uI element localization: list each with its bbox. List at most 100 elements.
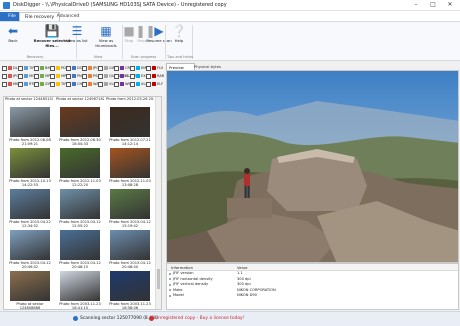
filter-label: ELF [157,82,164,86]
filter-checkbox[interactable] [82,73,87,79]
preview-tabs: Preview Physical bytes [166,62,460,71]
thumb-caption: Photo at sector 1244851516 [5,97,53,101]
filter-checkbox[interactable] [50,73,55,79]
filter-jpg[interactable]: JPG [2,73,19,80]
file-type-icon [40,66,44,70]
filter-checkbox[interactable] [146,81,151,87]
file-type-icon [24,74,28,78]
thumbnail-image [110,189,150,219]
filter-checkbox[interactable] [130,65,135,71]
landscape-photo [167,71,458,262]
filter-checkbox[interactable] [146,73,151,79]
minimize-icon[interactable]: – [408,0,424,10]
list-view-icon: ☰ [71,24,83,38]
thumbnail-scrollbar[interactable] [155,97,161,309]
filter-tif[interactable]: TIF [18,65,34,72]
thumbnail-item[interactable]: Photo from 2012.07.21 14:12:14 [106,107,154,153]
filter-checkbox[interactable] [114,65,119,71]
info-row: JFIF horizontal density 300 dpi [167,277,458,282]
thumbnail-image [60,189,100,219]
thumbnail-item[interactable]: Photo from 2015.04.12 12:55:22 [56,189,104,235]
maximize-icon[interactable]: □ [425,0,441,10]
scrollbar-thumb[interactable] [156,269,160,289]
ribbon-tabs: File File recovery Advanced [0,11,460,22]
file-type-icon [72,74,76,78]
filter-checkbox[interactable] [130,73,135,79]
file-type-icon [40,74,44,78]
thumbnail-item[interactable]: Photo from 2015.04.12 20:46:40 [106,230,154,276]
group-scan-progress: Scan progress [130,55,157,59]
thumbnail-item[interactable]: Photo from 2015.04.12 20:49:42 [6,230,54,276]
filter-checkbox[interactable] [2,65,7,71]
filter-checkbox[interactable] [34,73,39,79]
thumbnail-image [60,107,100,137]
thumbnail-caption: Photo from 2012.07.21 14:12:14 [109,138,151,147]
thumbnail-item[interactable]: Photo from 2015.04.12 15:19:42 [106,189,154,235]
title-bar: DiskDigger - \\.\PhysicalDrive0 (SAMSUNG… [0,0,460,11]
back-arrow-icon: ⬅ [7,24,19,38]
tab-advanced[interactable]: Advanced [53,12,83,21]
tab-physical-bytes[interactable]: Physical bytes [192,63,231,70]
help-button[interactable]: ❔ Help [166,25,192,52]
filter-checkbox[interactable] [2,73,7,79]
filter-checkbox[interactable] [130,81,135,87]
thumbnail-item[interactable]: Photo from 2012.11.03 13:08:28 [106,148,154,194]
filter-rtf[interactable]: RTF [18,81,36,88]
filter-checkbox[interactable] [82,65,87,71]
filter-rar[interactable]: RAR [146,73,164,80]
thumbnail-item[interactable]: Photo from 2003.11.23 16:58:06 [106,271,154,309]
filter-checkbox[interactable] [66,81,71,87]
thumbnail-item[interactable]: Photo from 2012.06.30 18:04:33 [56,107,104,153]
filter-checkbox[interactable] [34,65,39,71]
filter-checkbox[interactable] [146,65,151,71]
file-type-icon [136,66,140,70]
view-as-list-button[interactable]: ☰ View as list [63,25,91,52]
filter-checkbox[interactable] [18,73,23,79]
filter-checkbox[interactable] [18,81,23,87]
thumbnail-item[interactable]: Photo from 2012.08.08 21:09:21 [6,107,54,153]
thumbnail-item[interactable]: Photo from 2015.04.22 12:34:52 [6,189,54,235]
file-type-icon [152,66,156,70]
filter-checkbox[interactable] [114,81,119,87]
filter-checkbox[interactable] [66,65,71,71]
thumbnail-image [110,230,150,260]
file-type-icon [104,74,108,78]
filter-checkbox[interactable] [114,73,119,79]
filter-checkbox[interactable] [82,81,87,87]
filter-label: FLV [157,66,164,70]
file-type-icon [8,82,12,86]
thumbnail-image [60,148,100,178]
filter-checkbox[interactable] [18,65,23,71]
filter-checkbox[interactable] [66,73,71,79]
thumbnail-caption: Photo from 2012.08.08 21:09:21 [9,138,51,147]
filter-gif[interactable]: GIF [98,65,115,72]
license-link[interactable]: Unregistered copy - Buy a license today! [155,316,244,321]
filter-jpg[interactable]: JPG [82,65,99,72]
thumbnail-caption: Photo at sector 124808886 [16,302,44,310]
filter-checkbox[interactable] [50,81,55,87]
thumbnail-item[interactable]: Photo from 2003.11.23 16:41:15 [56,271,104,309]
back-button[interactable]: ⬅ Back [0,25,26,52]
thumbnail-item[interactable]: Photo from 2012.11.03 12:22:20 [56,148,104,194]
filter-elf[interactable]: ELF [146,81,163,88]
thumbnail-caption: Photo from 2012.06.30 18:04:33 [59,138,101,147]
filter-checkbox[interactable] [98,65,103,71]
info-row: Make NIKON CORPORATION [167,288,458,293]
filter-checkbox[interactable] [98,73,103,79]
filter-checkbox[interactable] [2,81,7,87]
thumbnail-item[interactable]: Photo from 2012.10.13 14:22:53 [6,148,54,194]
thumbnail-caption: Photo from 2015.04.12 20:49:42 [9,261,51,270]
thumbnail-item[interactable]: Photo from 2015.04.12 20:48:15 [56,230,104,276]
file-type-icon [136,82,140,86]
file-type-icon [8,74,12,78]
filter-checkbox[interactable] [34,81,39,87]
filter-checkbox[interactable] [50,65,55,71]
property-icon [169,294,171,297]
filter-checkbox[interactable] [98,81,103,87]
close-icon[interactable]: ✕ [442,0,458,10]
thumbnail-caption: Photo from 2015.04.12 20:46:40 [109,261,151,270]
filter-zip[interactable]: ZIP [34,81,51,88]
thumbnail-item[interactable]: Photo at sector 124808886 [6,271,54,310]
property-icon [169,283,171,286]
filter-flv[interactable]: FLV [146,65,163,72]
